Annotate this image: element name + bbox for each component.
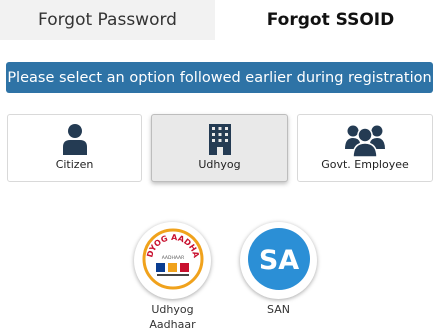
building-icon <box>208 123 232 159</box>
udhyog-aadhaar-label: Udhyog Aadhaar <box>149 303 196 331</box>
person-icon <box>62 123 88 159</box>
option-govt-employee-label: Govt. Employee <box>321 158 409 171</box>
svg-text:AADHAAR: AADHAAR <box>161 255 184 261</box>
option-udhyog[interactable]: Udhyog <box>151 114 288 182</box>
san-logo-icon: SA <box>246 226 312 296</box>
udhyog-aadhaar-option[interactable]: UDYOG AADHAR AADHAAR <box>134 221 211 299</box>
option-citizen-label: Citizen <box>55 158 94 171</box>
option-citizen[interactable]: Citizen <box>7 114 142 182</box>
tab-bar: Forgot Password Forgot SSOID <box>0 0 439 40</box>
instruction-banner: Please select an option followed earlier… <box>6 62 433 93</box>
udyog-aadhar-logo-icon: UDYOG AADHAR AADHAAR <box>138 221 204 294</box>
san-option[interactable]: SA <box>240 222 317 299</box>
tab-forgot-ssoid[interactable]: Forgot SSOID <box>222 0 439 40</box>
tab-forgot-password[interactable]: Forgot Password <box>0 0 215 40</box>
san-label: SAN <box>267 303 290 316</box>
option-govt-employee[interactable]: Govt. Employee <box>297 114 433 182</box>
svg-text:SA: SA <box>258 245 298 276</box>
group-icon <box>345 123 385 161</box>
option-udhyog-label: Udhyog <box>198 158 241 171</box>
